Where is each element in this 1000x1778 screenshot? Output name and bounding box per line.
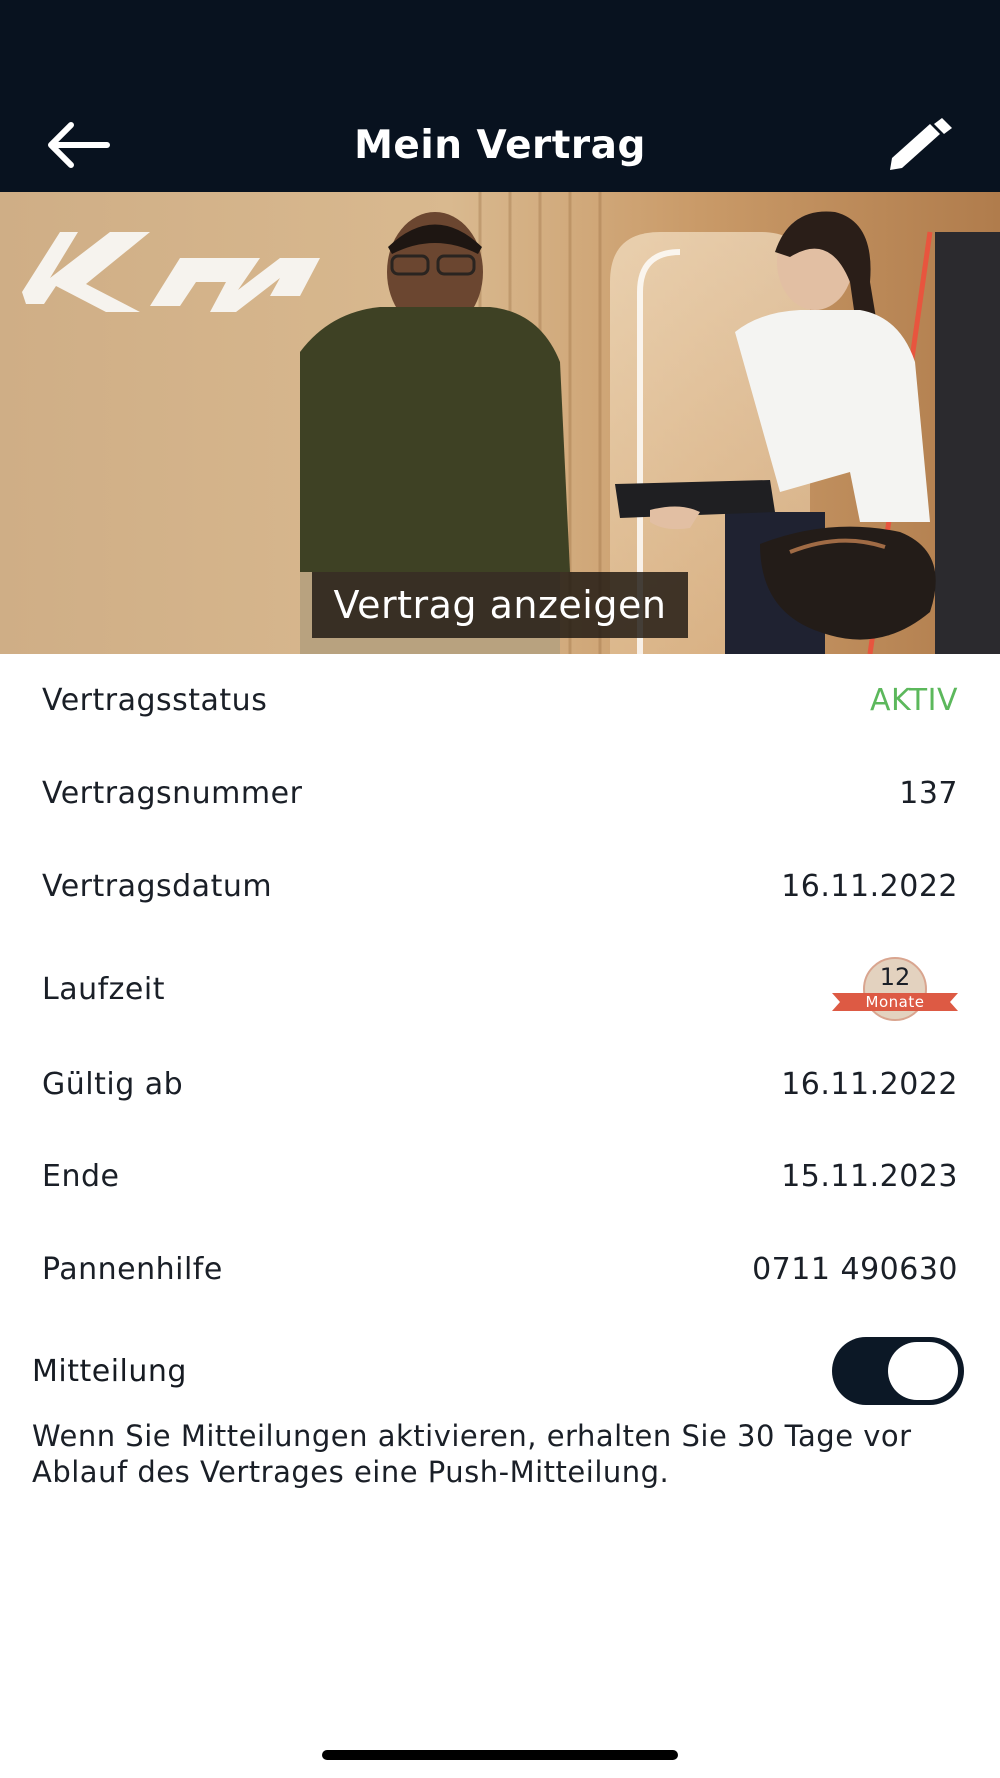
contract-status-value: AKTIV <box>869 682 958 718</box>
notification-row: Mitteilung <box>32 1336 964 1406</box>
term-badge-number: 12 <box>879 963 911 991</box>
contract-number-value: 137 <box>899 775 958 811</box>
arrow-left-icon <box>48 122 110 168</box>
term-badge: 12 Monate <box>832 956 958 1022</box>
view-contract-button[interactable]: Vertrag anzeigen <box>312 572 688 638</box>
notification-toggle[interactable] <box>832 1337 964 1405</box>
contract-date-row: Vertragsdatum 16.11.2022 <box>42 856 958 916</box>
term-badge-unit: Monate <box>865 993 925 1011</box>
term-label: Laufzeit <box>42 971 165 1007</box>
term-row: Laufzeit 12 Monate <box>42 954 958 1024</box>
valid-from-label: Gültig ab <box>42 1066 184 1102</box>
notification-description: Wenn Sie Mitteilungen aktivieren, erhalt… <box>32 1419 912 1489</box>
end-row: Ende 15.11.2023 <box>42 1146 958 1206</box>
notification-label: Mitteilung <box>32 1353 187 1389</box>
page-title: Mein Vertrag <box>354 123 646 168</box>
contract-number-row: Vertragsnummer 137 <box>42 763 958 823</box>
valid-from-value: 16.11.2022 <box>781 1066 958 1102</box>
contract-status-row: Vertragsstatus AKTIV <box>42 670 958 730</box>
home-indicator[interactable] <box>322 1750 678 1760</box>
back-button[interactable] <box>38 110 118 180</box>
roadside-assistance-row: Pannenhilfe 0711 490630 <box>42 1239 958 1299</box>
end-value: 15.11.2023 <box>781 1158 958 1194</box>
toggle-knob <box>888 1342 958 1400</box>
contract-date-value: 16.11.2022 <box>781 868 958 904</box>
contract-number-label: Vertragsnummer <box>42 775 303 811</box>
roadside-assistance-label: Pannenhilfe <box>42 1251 223 1287</box>
contract-date-label: Vertragsdatum <box>42 868 273 904</box>
valid-from-row: Gültig ab 16.11.2022 <box>42 1054 958 1114</box>
top-bar: Mein Vertrag <box>0 0 1000 192</box>
pencil-icon <box>890 118 952 170</box>
roadside-assistance-phone[interactable]: 0711 490630 <box>752 1252 958 1287</box>
end-label: Ende <box>42 1158 120 1194</box>
contract-status-label: Vertragsstatus <box>42 682 268 718</box>
edit-button[interactable] <box>880 108 960 182</box>
